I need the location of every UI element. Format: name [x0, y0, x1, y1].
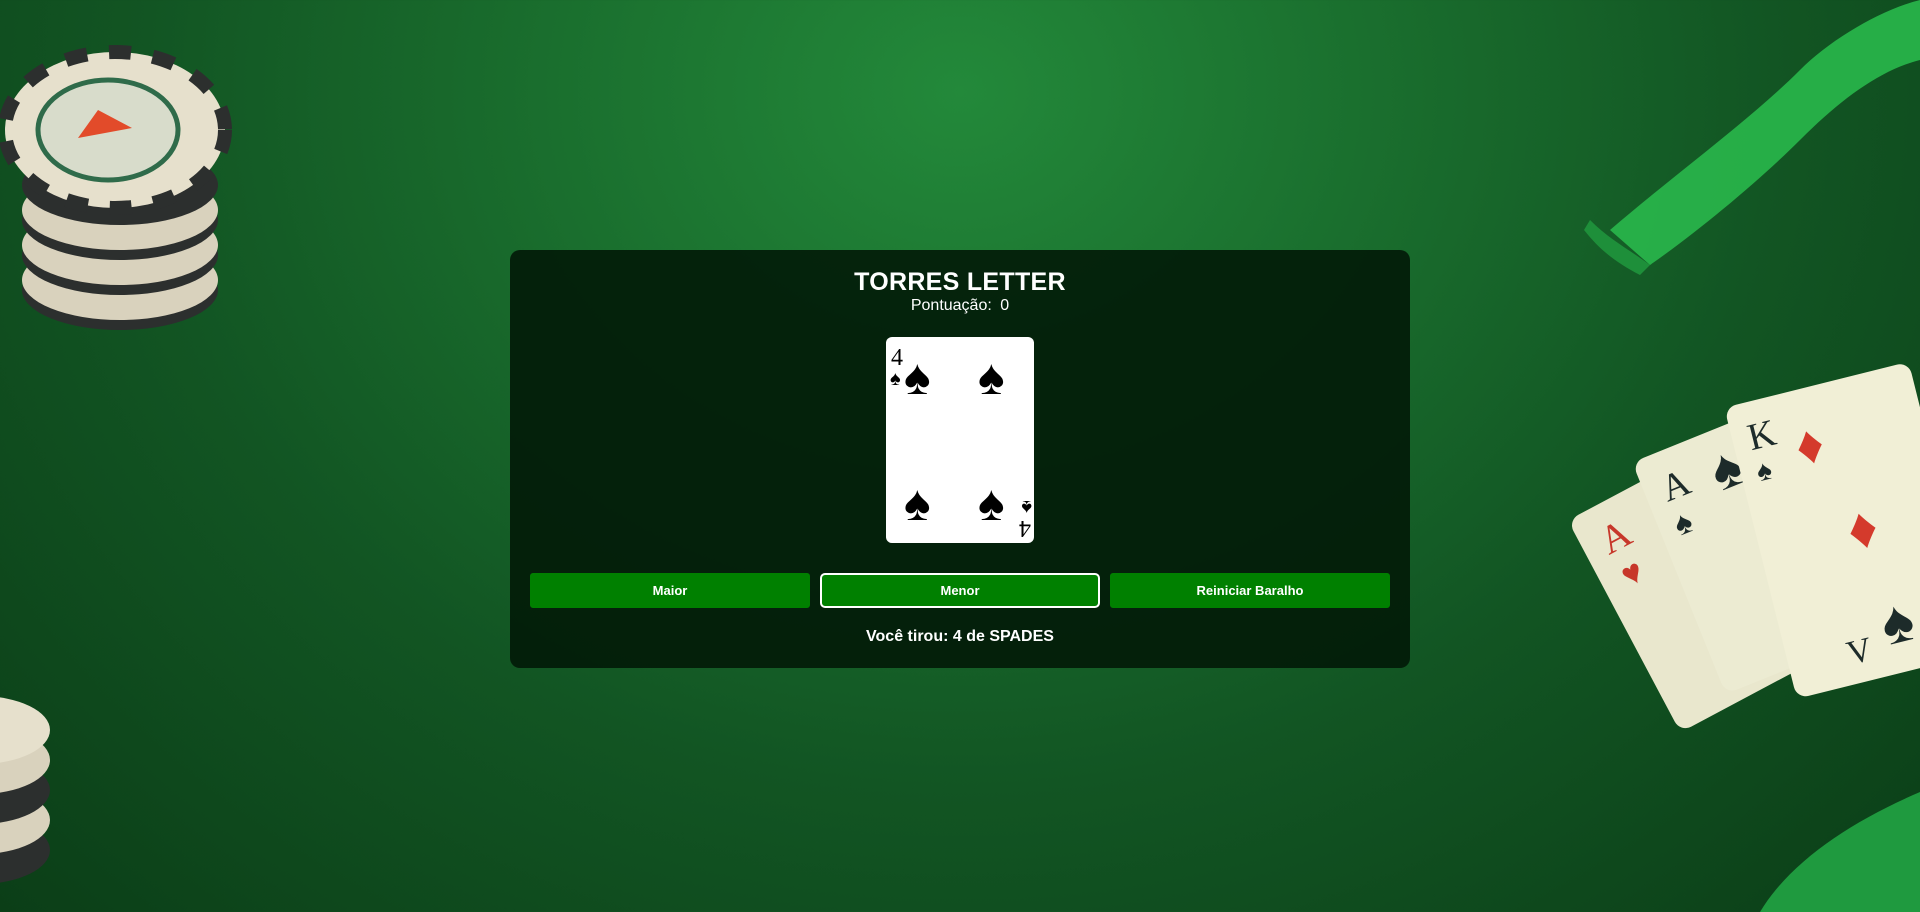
card-suit-small-top: ♠	[890, 368, 901, 390]
playing-cards-decoration: A ♥ A ♠ ♠ K ♠ ♦ ♦ ♠ V	[1572, 364, 1920, 729]
score-value: 0	[1000, 297, 1010, 314]
svg-text:♠: ♠	[1753, 455, 1775, 489]
svg-text:♠: ♠	[1701, 435, 1752, 504]
svg-text:A: A	[1655, 461, 1697, 510]
higher-button[interactable]: Maior	[530, 573, 810, 608]
svg-text:♥: ♥	[1615, 553, 1650, 595]
reset-deck-button[interactable]: Reiniciar Baralho	[1110, 573, 1390, 608]
svg-text:A: A	[1592, 510, 1639, 563]
score-display: Pontuação: 0	[510, 297, 1410, 315]
card-pip: ♠	[904, 475, 931, 531]
svg-text:♠: ♠	[1668, 503, 1697, 543]
card-pip: ♠	[978, 349, 1005, 405]
ribbon-decoration	[1584, 0, 1920, 275]
playing-card-4-of-spades: 4 ♠ ♠ ♠ ♠ ♠ 4 ♠	[886, 337, 1034, 543]
score-label: Pontuação:	[910, 297, 992, 314]
svg-text:♠: ♠	[1874, 586, 1920, 658]
svg-text:♦: ♦	[1840, 493, 1884, 563]
draw-result-message: Você tirou: 4 de SPADES	[866, 628, 1054, 645]
card-pip: ♠	[904, 349, 931, 405]
card-pip: ♠	[978, 475, 1005, 531]
svg-text:♦: ♦	[1789, 413, 1830, 478]
lower-button[interactable]: Menor	[820, 573, 1100, 608]
game-title: TORRES LETTER	[854, 268, 1066, 296]
poker-chips-decoration	[0, 45, 232, 330]
game-panel: TORRES LETTER Pontuação: 0 4 ♠ ♠ ♠ ♠ ♠ 4…	[510, 250, 1410, 668]
card-suit-small-bottom: ♠	[1021, 496, 1032, 518]
action-buttons: Maior Menor Reiniciar Baralho	[530, 573, 1390, 609]
poker-chips-decoration-bottom	[0, 697, 50, 883]
svg-text:V: V	[1843, 631, 1876, 673]
svg-text:K: K	[1743, 412, 1780, 460]
ribbon-decoration-bottom	[1760, 792, 1920, 912]
